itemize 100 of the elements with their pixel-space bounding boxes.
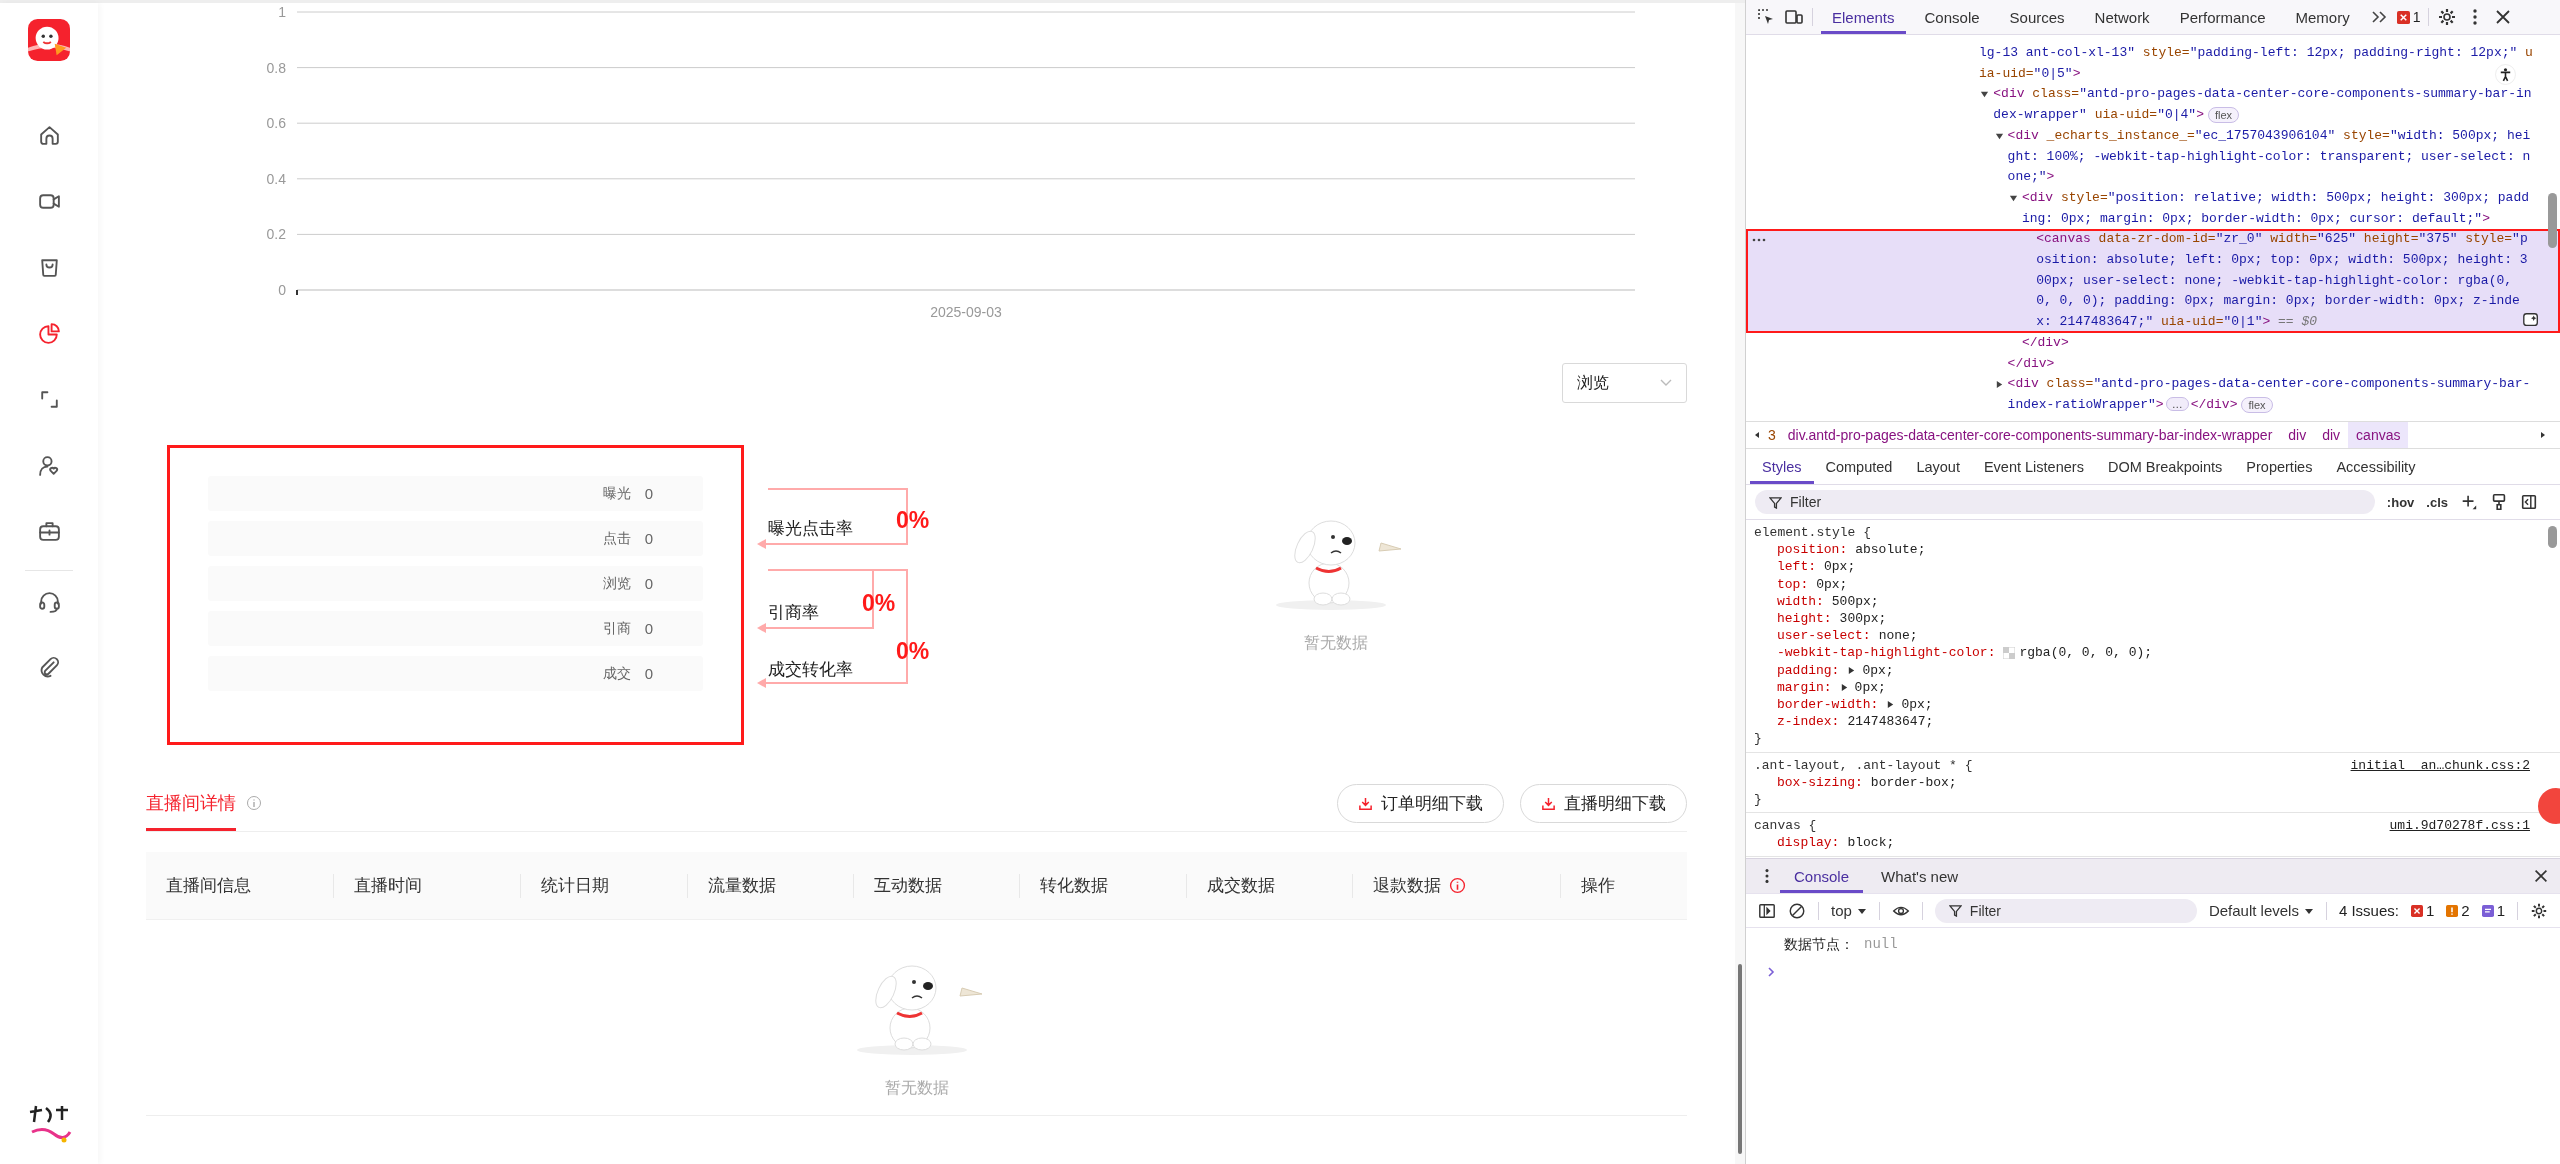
- column-header: 转化数据: [1040, 875, 1108, 897]
- sidebar-pane-tab[interactable]: DOM Breakpoints: [2095, 449, 2235, 484]
- issue-count[interactable]: 1: [2481, 902, 2505, 919]
- error-counter[interactable]: 1: [2396, 9, 2421, 25]
- breadcrumb-item[interactable]: div: [2280, 422, 2315, 448]
- css-property: margin:: [1777, 678, 1832, 697]
- filter-icon: [1769, 495, 1782, 509]
- column-header: 直播时间: [354, 875, 422, 897]
- prompt-icon[interactable]: [1766, 966, 1776, 978]
- devtools-tab[interactable]: Elements: [1821, 0, 1906, 34]
- sidebar-pane-tab[interactable]: Properties: [2234, 449, 2325, 484]
- log-levels-dropdown[interactable]: Default levels: [2208, 902, 2314, 919]
- filter-input[interactable]: Filter: [1969, 902, 2183, 919]
- dom-node-text[interactable]: <div class="antd-pro-pages-data-center-core-components-summary-bar-index-ratioWrapper"> … </div> flex: [2007, 374, 2534, 416]
- y-axis-label: 0: [278, 282, 286, 298]
- dom-node-text[interactable]: lg-13 ant-col-xl-13" style="padding-left: 12px; padding-right: 12px;" uia-uid="0|5">: [1979, 43, 2534, 85]
- y-axis-label: 0.8: [266, 59, 286, 76]
- css-property: box-sizing:: [1777, 773, 1863, 792]
- sidebar-pane-tab[interactable]: Styles: [1750, 449, 1814, 484]
- sidebar-toggle-icon[interactable]: [2520, 493, 2538, 511]
- closing-tag[interactable]: </div>: [2021, 334, 2069, 350]
- more-icon[interactable]: [1752, 238, 1766, 243]
- css-property: height:: [1777, 610, 1832, 628]
- tab[interactable]: 直播间详情: [146, 775, 236, 831]
- stage-label: 点击: [602, 529, 631, 548]
- breadcrumb-item[interactable]: canvas: [2348, 422, 2409, 448]
- y-axis-label: 1: [278, 4, 286, 20]
- download-icon: [1541, 795, 1556, 811]
- settings-icon[interactable]: [2437, 7, 2458, 27]
- issue-count[interactable]: 1: [2410, 902, 2435, 919]
- close-icon[interactable]: [2532, 867, 2550, 885]
- clear-console-icon[interactable]: [1788, 901, 1806, 920]
- collapse-triangle-icon[interactable]: [2008, 193, 2018, 203]
- css-property: z-index:: [1777, 713, 1840, 731]
- axis-tick: [296, 289, 298, 296]
- new-rule-icon[interactable]: [2460, 493, 2478, 511]
- closing-tag[interactable]: </div>: [2007, 355, 2055, 371]
- info-icon[interactable]: [1449, 877, 1466, 894]
- stage-value: 0: [644, 620, 653, 637]
- issue-count[interactable]: 2: [2446, 902, 2470, 919]
- css-value: 0px;: [1901, 696, 1933, 714]
- stylesheet-link[interactable]: initial__an…chunk.css:2: [2350, 756, 2530, 774]
- dom-node-text[interactable]: <div style="position: relative; width: 500px; height: 300px; padding: 0px; margin: 0px; border-width: 0px; cursor: default;">: [2021, 187, 2534, 230]
- devtools-tab[interactable]: Performance: [2168, 0, 2277, 34]
- breadcrumb-item[interactable]: 3: [1768, 422, 1780, 448]
- download-button[interactable]: 直播明细下载: [1520, 783, 1687, 823]
- devtools-tab[interactable]: Network: [2083, 0, 2161, 34]
- sparkle-chat-icon[interactable]: [2522, 310, 2540, 329]
- dom-node-text[interactable]: <canvas data-zr-dom-id="zr_0" width="625" height="375" style="position: absolute; left: 0px; top: 0px; width: 500px; height: 300px; user-select: none; -webkit-tap-highlight-color: rgba(0, 0, 0, 0); padding: 0px; margin: 0px; border-width: 0px; z-index: 2147483647;" uia-uid="0|1"> == $0: [2036, 229, 2534, 333]
- selected-row-highlight[interactable]: [1746, 229, 2560, 333]
- drawer-tab[interactable]: What's new: [1867, 859, 1973, 893]
- column-header: 成交数据: [1207, 875, 1275, 897]
- rate-value: 0%: [896, 637, 930, 665]
- devtools-tab[interactable]: Memory: [2284, 0, 2361, 34]
- empty-state-text: 暂无数据: [1303, 633, 1368, 653]
- css-value: 500px;: [1831, 592, 1879, 610]
- css-value: none;: [1878, 627, 1918, 645]
- app-logo[interactable]: [28, 19, 70, 61]
- filter-field[interactable]: Filter: [1755, 490, 2375, 514]
- closing-brace: }: [1754, 791, 1762, 809]
- pie-icon[interactable]: [36, 321, 62, 346]
- filter-field[interactable]: Filter: [1934, 898, 2197, 923]
- stylesheet-link[interactable]: umi.9d70278f.css:1: [2389, 817, 2530, 835]
- sidebar-pane-tab[interactable]: Computed: [1813, 449, 1905, 484]
- stage-label: 引商: [602, 619, 631, 638]
- sidebar-toggle-icon[interactable]: [1758, 901, 1776, 920]
- issues-label[interactable]: 4 Issues:: [2338, 902, 2399, 919]
- context-dropdown[interactable]: top: [1831, 902, 1867, 919]
- accessibility-button[interactable]: [2495, 64, 2516, 85]
- breadcrumb-item[interactable]: div: [2314, 422, 2349, 448]
- briefcase-icon[interactable]: [36, 519, 62, 544]
- sidebar-pane-tab[interactable]: Event Listeners: [1971, 449, 2096, 484]
- dom-node-text[interactable]: <div class="antd-pro-pages-data-center-core-components-summary-bar-index-wrapper" uia-uid="0|4"> flex: [1993, 84, 2534, 126]
- css-value: block;: [1847, 834, 1895, 852]
- color-swatch-icon[interactable]: [2003, 647, 2016, 659]
- x-axis-label: 2025-09-03: [930, 304, 1002, 320]
- sidebar-pane-tab[interactable]: Accessibility: [2324, 449, 2428, 484]
- drawer-tab[interactable]: Console: [1780, 859, 1864, 893]
- expand-triangle-icon[interactable]: [1994, 380, 2004, 390]
- settings-icon[interactable]: [2530, 901, 2548, 920]
- css-property: left:: [1777, 558, 1816, 576]
- devtools-tab[interactable]: Console: [1913, 0, 1991, 34]
- dom-node-text[interactable]: <div _echarts_instance_="ec_1757043906104" style="width: 500px; height: 100%; -webkit-tap-highlight-color: transparent; user-select: none;">: [2007, 125, 2534, 188]
- metric-select[interactable]: 浏览: [1562, 363, 1687, 403]
- style-toggle-button[interactable]: .cls: [2426, 494, 2448, 510]
- style-toggle-button[interactable]: :hov: [2386, 494, 2415, 510]
- breadcrumb-item[interactable]: div.antd-pro-pages-data-center-core-components-summary-bar-index-wrapper: [1779, 422, 2281, 448]
- devtools-tab[interactable]: Sources: [1998, 0, 2076, 34]
- device-toolbar-icon[interactable]: [1784, 7, 1804, 27]
- download-button[interactable]: 订单明细下载: [1337, 783, 1504, 823]
- headset-icon[interactable]: [36, 589, 62, 614]
- sidebar-pane-tab[interactable]: Layout: [1904, 449, 1972, 484]
- css-selector: canvas {: [1754, 817, 1817, 835]
- stage-value: 0: [644, 530, 653, 547]
- expand-triangle-icon[interactable]: [1886, 700, 1896, 710]
- filter-input[interactable]: Filter: [1790, 494, 2361, 510]
- rate-label: 成交转化率: [768, 659, 853, 681]
- collapse-triangle-icon[interactable]: [1980, 90, 1990, 100]
- paint-brush-icon[interactable]: [2490, 493, 2508, 511]
- collapse-triangle-icon[interactable]: [1994, 131, 2004, 141]
